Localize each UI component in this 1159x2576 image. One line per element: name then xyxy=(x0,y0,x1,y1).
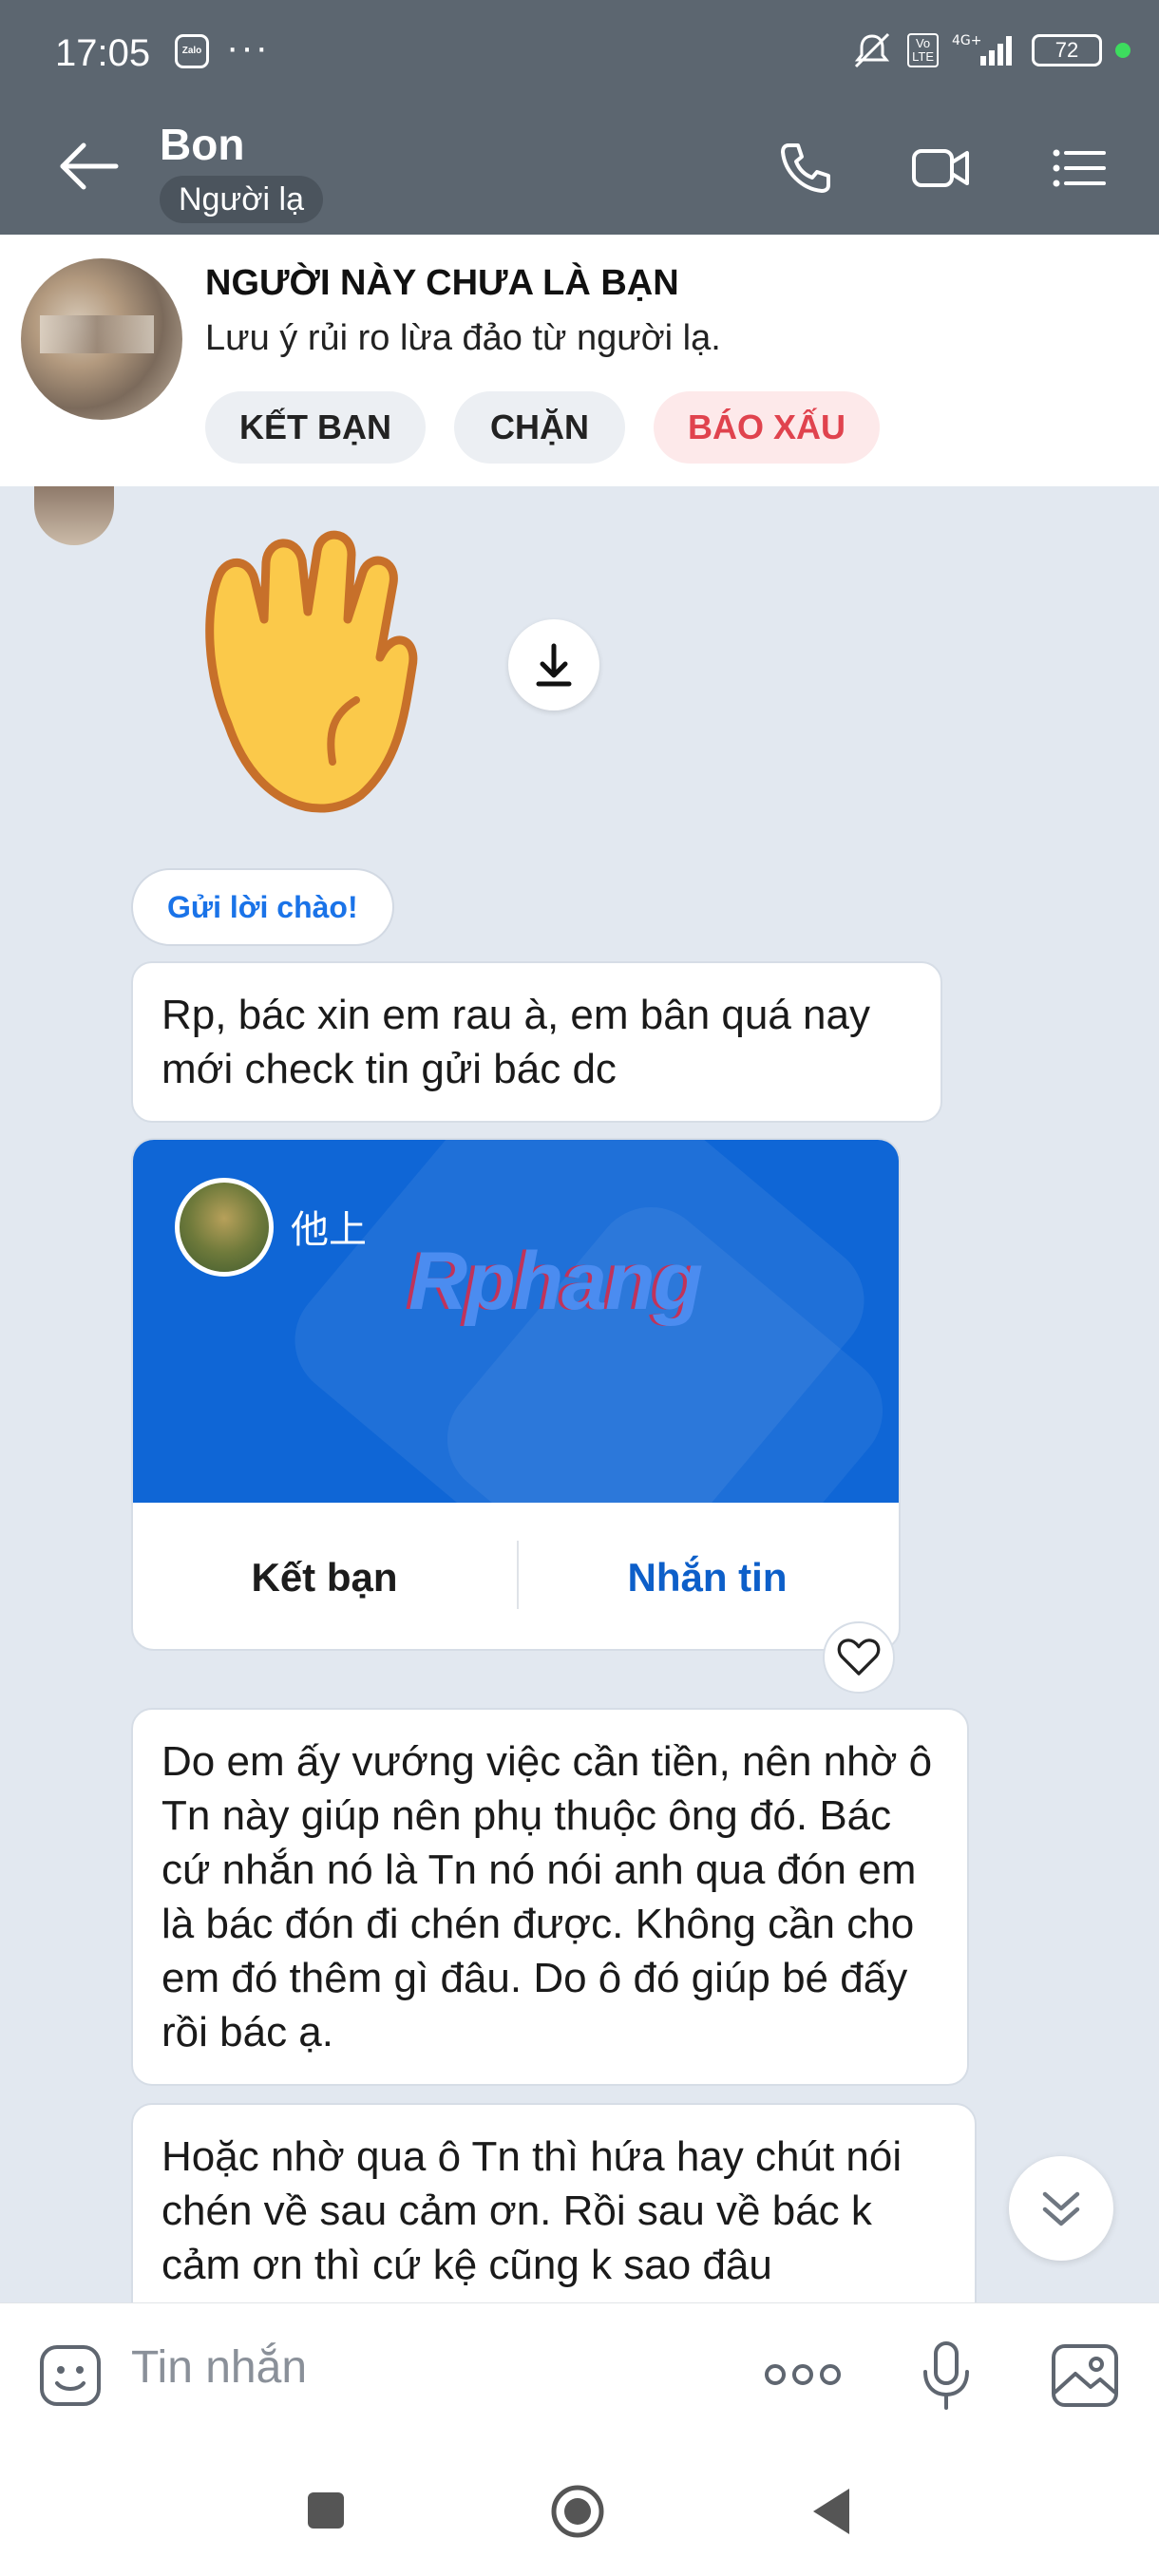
camera-in-use-dot xyxy=(1115,43,1130,58)
stranger-title: NGƯỜI NÀY CHƯA LÀ BẠN xyxy=(205,263,679,303)
recent-apps-icon[interactable] xyxy=(302,2487,350,2534)
scroll-to-bottom-icon[interactable] xyxy=(1009,2156,1113,2261)
image-gallery-icon[interactable] xyxy=(1049,2341,1121,2410)
status-time: 17:05 xyxy=(55,32,151,74)
card-add-friend-button[interactable]: Kết bạn xyxy=(133,1503,516,1649)
system-icons: Vo LTE 4G+ 72 xyxy=(850,28,1130,72)
scam-warning-text: Lưu ý rủi ro lừa đảo từ người lạ. xyxy=(205,318,721,358)
back-nav-icon[interactable] xyxy=(808,2485,855,2538)
volte-icon: Vo LTE xyxy=(907,33,939,67)
more-notifications-icon: ··· xyxy=(226,27,270,68)
signal-icon: 4G+ xyxy=(952,33,1012,66)
menu-list-icon[interactable] xyxy=(1049,138,1110,199)
heart-react-icon[interactable] xyxy=(823,1621,895,1694)
home-icon[interactable] xyxy=(549,2483,606,2540)
zalo-notification-icon: Zalo xyxy=(175,34,209,68)
contact-card-cover: 他上 Rphang xyxy=(133,1140,899,1503)
stranger-banner: NGƯỜI NÀY CHƯA LÀ BẠN Lưu ý rủi ro lừa đ… xyxy=(0,235,1159,486)
waving-hand-sticker[interactable] xyxy=(190,524,446,819)
message-bubble[interactable]: Rp, bác xin em rau à, em bân quá nay mới… xyxy=(131,961,942,1123)
report-button[interactable]: BÁO XẤU xyxy=(654,391,880,464)
more-options-icon[interactable] xyxy=(760,2351,846,2398)
add-friend-button[interactable]: KẾT BẠN xyxy=(205,391,426,464)
contact-name[interactable]: Bon xyxy=(160,119,244,170)
message-bubble[interactable]: Do em ấy vướng việc cần tiền, nên nhờ ô … xyxy=(131,1708,969,2086)
stranger-tag: Người lạ xyxy=(160,176,323,223)
battery-icon: 72 xyxy=(1032,34,1102,66)
mute-vibrate-icon xyxy=(854,32,890,68)
message-input[interactable]: Tin nhắn xyxy=(131,2341,307,2394)
contact-avatar[interactable] xyxy=(21,258,182,420)
card-contact-name: 他上 xyxy=(291,1209,367,1251)
back-arrow-icon[interactable] xyxy=(55,138,122,195)
block-button[interactable]: CHẶN xyxy=(454,391,625,464)
send-greeting-chip[interactable]: Gửi lời chào! xyxy=(131,868,394,946)
watermark-logo: Rphang xyxy=(408,1236,703,1327)
microphone-icon[interactable] xyxy=(918,2339,975,2414)
contact-card-actions: Kết bạn Nhắn tin xyxy=(133,1503,899,1649)
network-type-text: 4G+ xyxy=(952,33,982,48)
card-contact-avatar xyxy=(175,1178,274,1277)
message-input-bar: Tin nhắn xyxy=(0,2302,1159,2445)
sender-avatar[interactable] xyxy=(34,486,114,545)
phone-call-icon[interactable] xyxy=(775,138,836,199)
message-bubble[interactable]: Hoặc nhờ qua ô Tn thì hứa hay chút nói c… xyxy=(131,2103,977,2302)
system-navigation-bar xyxy=(0,2445,1159,2576)
sticker-emoji-icon[interactable] xyxy=(36,2341,104,2410)
contact-card[interactable]: 他上 Rphang Kết bạn Nhắn tin xyxy=(131,1138,901,1651)
chat-header: Bon Người lạ xyxy=(0,100,1159,235)
status-bar: 17:05 Zalo ··· Vo LTE 4G+ 72 xyxy=(0,0,1159,100)
video-call-icon[interactable] xyxy=(910,138,971,199)
chat-area: Gửi lời chào! Rp, bác xin em rau à, em b… xyxy=(0,486,1159,2302)
download-icon[interactable] xyxy=(508,619,599,710)
